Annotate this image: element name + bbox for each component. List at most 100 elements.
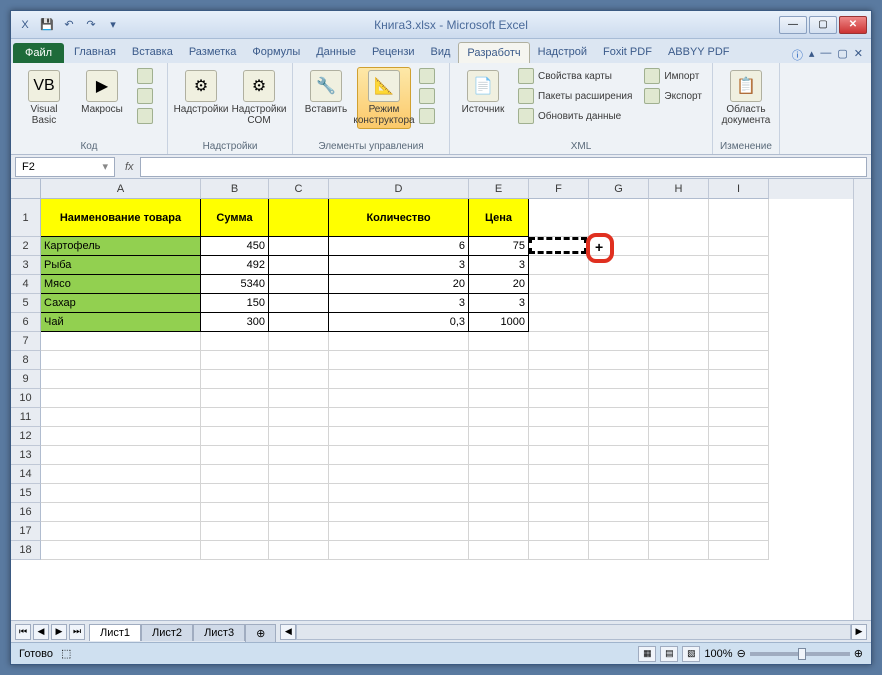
cell[interactable] <box>269 408 329 427</box>
ribbon-tab[interactable]: Главная <box>66 42 124 63</box>
cell[interactable] <box>201 484 269 503</box>
cell[interactable] <box>529 313 589 332</box>
ribbon-tab[interactable]: Данные <box>308 42 364 63</box>
sheet-tab[interactable]: Лист2 <box>141 624 193 641</box>
row-header[interactable]: 14 <box>11 465 41 484</box>
row-header[interactable]: 4 <box>11 275 41 294</box>
cell[interactable] <box>469 427 529 446</box>
cell[interactable] <box>709 313 769 332</box>
header-cell[interactable]: Наименование товара <box>41 199 201 237</box>
cell[interactable] <box>709 446 769 465</box>
column-header[interactable]: C <box>269 179 329 199</box>
cell[interactable] <box>529 541 589 560</box>
cell[interactable] <box>329 465 469 484</box>
cell[interactable] <box>529 427 589 446</box>
cell[interactable] <box>709 275 769 294</box>
ribbon-tab[interactable]: Рецензи <box>364 42 423 63</box>
scroll-right-icon[interactable]: ▶ <box>851 624 867 640</box>
cell[interactable] <box>529 522 589 541</box>
column-header[interactable]: F <box>529 179 589 199</box>
minimize-button[interactable]: — <box>779 16 807 34</box>
cell[interactable] <box>589 465 649 484</box>
vertical-scrollbar[interactable] <box>853 179 871 620</box>
ribbon-tab[interactable]: Формулы <box>244 42 308 63</box>
data-cell[interactable]: 75 <box>469 237 529 256</box>
maximize-button[interactable]: ▢ <box>809 16 837 34</box>
ribbon-button[interactable]: 📋Область документа <box>719 67 773 129</box>
cell[interactable] <box>709 199 769 237</box>
data-cell[interactable]: Сахар <box>41 294 201 313</box>
cell[interactable] <box>529 294 589 313</box>
cell[interactable] <box>469 370 529 389</box>
cell[interactable] <box>269 522 329 541</box>
cell[interactable] <box>649 408 709 427</box>
view-pagebreak-icon[interactable]: ▧ <box>682 646 700 662</box>
new-sheet-button[interactable]: ⊕ <box>245 624 276 642</box>
data-cell[interactable] <box>269 237 329 256</box>
cell[interactable] <box>329 351 469 370</box>
cell[interactable] <box>201 427 269 446</box>
data-cell[interactable]: Картофель <box>41 237 201 256</box>
ribbon-tab[interactable]: Foxit PDF <box>595 42 660 63</box>
data-cell[interactable]: 1000 <box>469 313 529 332</box>
cell[interactable] <box>649 237 709 256</box>
header-cell[interactable]: Количество <box>329 199 469 237</box>
cell[interactable] <box>201 351 269 370</box>
ribbon-small-button[interactable] <box>133 87 161 105</box>
horizontal-scrollbar[interactable]: ◀ ▶ <box>280 624 867 640</box>
sheet-tab[interactable]: Лист3 <box>193 624 245 641</box>
zoom-in-button[interactable]: ⊕ <box>854 647 863 660</box>
cell[interactable] <box>529 199 589 237</box>
ribbon-small-button[interactable]: Свойства карты <box>514 67 636 85</box>
row-header[interactable]: 15 <box>11 484 41 503</box>
cell[interactable] <box>589 256 649 275</box>
cell[interactable] <box>589 275 649 294</box>
save-icon[interactable]: 💾 <box>37 15 57 35</box>
cell[interactable] <box>709 522 769 541</box>
cell[interactable] <box>201 370 269 389</box>
cell[interactable] <box>269 541 329 560</box>
name-box-dropdown-icon[interactable]: ▾ <box>102 160 108 173</box>
cell[interactable] <box>469 503 529 522</box>
ribbon-button[interactable]: 🔧Вставить <box>299 67 353 118</box>
header-cell[interactable] <box>269 199 329 237</box>
cell[interactable] <box>709 237 769 256</box>
cell[interactable] <box>529 465 589 484</box>
redo-icon[interactable]: ↷ <box>81 15 101 35</box>
cell[interactable] <box>589 237 649 256</box>
cell[interactable] <box>649 484 709 503</box>
cell[interactable] <box>589 294 649 313</box>
data-cell[interactable] <box>269 313 329 332</box>
data-cell[interactable]: 492 <box>201 256 269 275</box>
cell[interactable] <box>589 408 649 427</box>
cell[interactable] <box>469 541 529 560</box>
cell[interactable] <box>589 389 649 408</box>
help-icon[interactable]: ⓘ <box>792 47 803 63</box>
cell[interactable] <box>529 408 589 427</box>
cell[interactable] <box>589 351 649 370</box>
cell[interactable] <box>201 465 269 484</box>
cell[interactable] <box>649 446 709 465</box>
ribbon-small-button[interactable] <box>133 67 161 85</box>
data-cell[interactable]: Чай <box>41 313 201 332</box>
column-header[interactable]: G <box>589 179 649 199</box>
cell[interactable] <box>589 541 649 560</box>
name-box[interactable]: F2 ▾ <box>15 157 115 177</box>
data-cell[interactable] <box>269 256 329 275</box>
cell[interactable] <box>329 389 469 408</box>
cell[interactable] <box>269 427 329 446</box>
cell[interactable] <box>529 237 589 256</box>
doc-close-icon[interactable]: ✕ <box>854 47 863 63</box>
row-header[interactable]: 2 <box>11 237 41 256</box>
cell[interactable] <box>649 541 709 560</box>
cell[interactable] <box>469 351 529 370</box>
cell[interactable] <box>529 351 589 370</box>
sheet-nav-prev-icon[interactable]: ◀ <box>33 624 49 640</box>
data-cell[interactable]: 3 <box>469 294 529 313</box>
cell[interactable] <box>201 522 269 541</box>
column-header[interactable]: I <box>709 179 769 199</box>
cell[interactable] <box>269 446 329 465</box>
cell[interactable] <box>41 370 201 389</box>
row-header[interactable]: 7 <box>11 332 41 351</box>
row-header[interactable]: 18 <box>11 541 41 560</box>
